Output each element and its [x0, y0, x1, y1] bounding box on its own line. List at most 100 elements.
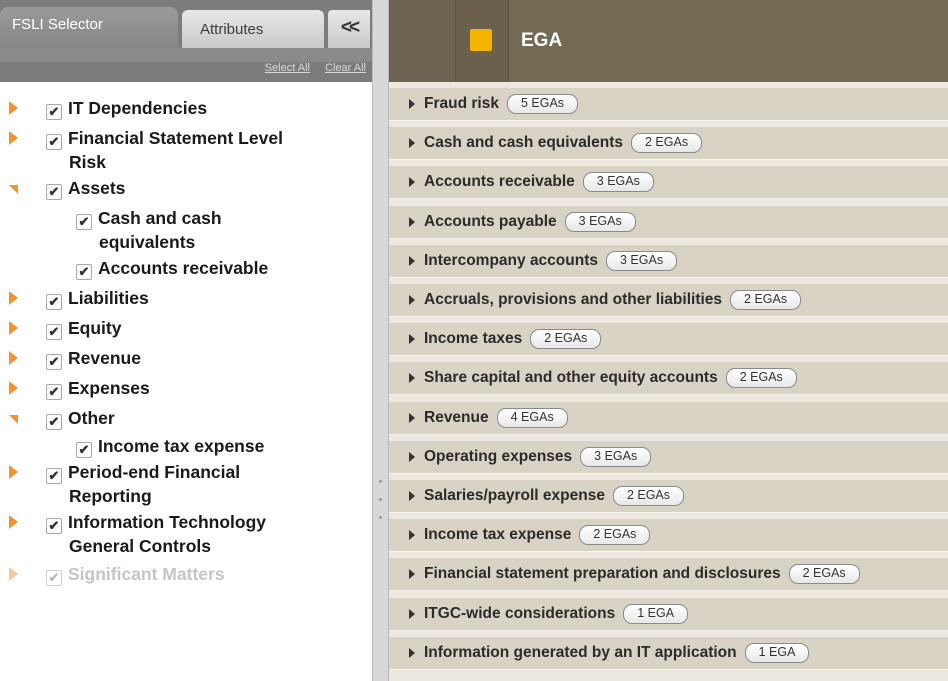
expand-arrow-icon[interactable] — [409, 216, 415, 227]
collapsed-arrow-icon[interactable] — [9, 291, 18, 305]
ega-row-title: Fraud risk — [424, 95, 499, 112]
tree-node[interactable]: ✔ Other — [9, 406, 366, 430]
tree-node[interactable]: ✔ Equity — [9, 316, 366, 340]
tab-attributes[interactable]: Attributes — [182, 10, 324, 48]
ega-count-badge[interactable]: 3 EGAs — [582, 172, 654, 193]
select-all-link[interactable]: Select All — [265, 62, 310, 74]
ega-count-badge[interactable]: 2 EGAs — [725, 368, 797, 389]
ega-row[interactable]: ITGC-wide considerations 1 EGA — [389, 597, 948, 631]
ega-row[interactable]: Income tax expense 2 EGAs — [389, 519, 948, 553]
tree-node-label-line2: Risk — [69, 152, 106, 172]
expand-arrow-icon[interactable] — [409, 334, 415, 345]
checkbox[interactable]: ✔ — [76, 442, 92, 458]
collapsed-arrow-icon[interactable] — [9, 131, 18, 145]
expand-arrow-icon[interactable] — [409, 255, 415, 266]
ega-row[interactable]: Fraud risk 5 EGAs — [389, 88, 948, 121]
ega-count-badge[interactable]: 2 EGAs — [612, 486, 685, 506]
collapsed-arrow-icon[interactable] — [9, 515, 18, 529]
ega-row[interactable]: Share capital and other equity accounts 2… — [389, 362, 948, 396]
ega-row[interactable]: Salaries/payroll expense 2 EGAs — [389, 480, 948, 513]
expand-arrow-icon[interactable] — [409, 530, 415, 541]
checkbox[interactable]: ✔ — [46, 570, 62, 586]
tree-node[interactable]: ✔ Income tax expense — [76, 434, 366, 458]
tree-node[interactable]: ✔ Expenses — [9, 376, 366, 400]
ega-row[interactable]: Income taxes 2 EGAs — [389, 323, 948, 357]
collapsed-arrow-icon[interactable] — [9, 321, 18, 335]
checkbox[interactable]: ✔ — [46, 184, 62, 200]
checkbox[interactable]: ✔ — [76, 264, 92, 280]
expand-arrow-icon[interactable] — [409, 295, 415, 305]
expand-arrow-icon[interactable] — [409, 412, 415, 423]
expanded-arrow-icon[interactable] — [9, 185, 18, 194]
ega-row[interactable]: Cash and cash equivalents 2 EGAs — [389, 127, 948, 161]
header-badge-cell — [455, 0, 509, 82]
expand-arrow-icon[interactable] — [409, 99, 415, 109]
ega-row-title: Revenue — [424, 408, 489, 426]
tree-node[interactable]: ✔ Liabilities — [9, 286, 366, 310]
ega-count-badge[interactable]: 2 EGAs — [579, 525, 651, 546]
ega-count-badge[interactable]: 1 EGA — [623, 603, 689, 624]
expand-arrow-icon[interactable] — [409, 647, 415, 658]
checkbox[interactable]: ✔ — [46, 134, 62, 150]
expand-arrow-icon[interactable] — [409, 451, 415, 462]
tree-node[interactable]: ✔ Assets — [9, 176, 366, 200]
ega-row[interactable]: Accounts payable 3 EGAs — [389, 205, 948, 239]
tree-node[interactable]: ✔ Cash and cash equivalents — [76, 206, 366, 254]
collapse-panel-button[interactable]: << — [328, 10, 370, 48]
ega-row[interactable]: Intercompany accounts 3 EGAs — [389, 244, 948, 278]
expand-arrow-icon[interactable] — [409, 491, 415, 501]
expanded-arrow-icon[interactable] — [9, 415, 18, 424]
ega-count-badge[interactable]: 2 EGAs — [530, 329, 602, 350]
panel-splitter[interactable] — [372, 0, 389, 681]
ega-count-badge[interactable]: 3 EGAs — [606, 250, 678, 271]
ega-count-badge[interactable]: 2 EGAs — [788, 564, 860, 585]
tree-node-label-line2: equivalents — [99, 232, 196, 252]
tree-node[interactable]: ✔ Accounts receivable — [76, 256, 366, 280]
checkbox[interactable]: ✔ — [76, 214, 92, 230]
tree-node[interactable]: ✔ Revenue — [9, 346, 366, 370]
ega-count-badge[interactable]: 2 EGAs — [730, 290, 802, 310]
expand-arrow-icon[interactable] — [409, 177, 415, 188]
tree-node[interactable]: ✔ Significant Matters — [9, 562, 366, 586]
checkbox[interactable]: ✔ — [46, 518, 62, 534]
collapsed-arrow-icon[interactable] — [9, 101, 18, 115]
checkbox[interactable]: ✔ — [46, 414, 62, 430]
expand-arrow-icon[interactable] — [409, 608, 415, 619]
tree-node-label: Equity — [68, 318, 122, 338]
collapsed-arrow-icon[interactable] — [9, 351, 18, 365]
ega-count-badge[interactable]: 4 EGAs — [496, 407, 568, 428]
ega-count-badge[interactable]: 3 EGAs — [580, 446, 652, 467]
ega-row[interactable]: Revenue 4 EGAs — [389, 401, 948, 435]
tree-node-label: Accounts receivable — [98, 258, 269, 278]
checkbox[interactable]: ✔ — [46, 354, 62, 370]
tree-node[interactable]: ✔ Information Technology General Controls — [9, 510, 366, 558]
ega-row[interactable]: Operating expenses 3 EGAs — [389, 440, 948, 474]
tree-node-label: Cash and cash — [98, 208, 222, 228]
collapsed-arrow-icon[interactable] — [9, 381, 18, 395]
ega-count-badge[interactable]: 2 EGAs — [631, 133, 703, 154]
ega-count-badge[interactable]: 1 EGA — [744, 642, 810, 663]
ega-row[interactable]: Accruals, provisions and other liabiliti… — [389, 284, 948, 317]
tab-fsli-selector[interactable]: FSLI Selector — [0, 7, 178, 49]
expand-arrow-icon[interactable] — [409, 138, 415, 149]
ega-count-badge[interactable]: 3 EGAs — [564, 211, 636, 232]
tree-node[interactable]: ✔ IT Dependencies — [9, 96, 366, 120]
ega-row[interactable]: Information generated by an IT applicati… — [389, 636, 948, 670]
collapsed-arrow-icon[interactable] — [9, 465, 18, 479]
expand-arrow-icon[interactable] — [409, 569, 415, 580]
ega-row[interactable]: Financial statement preparation and disc… — [389, 558, 948, 592]
ega-row-label: ITGC-wide considerations 1 EGA — [424, 603, 689, 624]
checkbox[interactable]: ✔ — [46, 468, 62, 484]
ega-count-badge[interactable]: 5 EGAs — [506, 94, 579, 114]
tree-node[interactable]: ✔ Financial Statement Level Risk — [9, 126, 366, 174]
checkbox[interactable]: ✔ — [46, 384, 62, 400]
ega-row[interactable]: Accounts receivable 3 EGAs — [389, 166, 948, 200]
tree-node[interactable]: ✔ Period-end Financial Reporting — [9, 460, 366, 508]
checkbox[interactable]: ✔ — [46, 294, 62, 310]
expand-arrow-icon[interactable] — [409, 373, 415, 384]
ega-row-label: Intercompany accounts 3 EGAs — [424, 250, 678, 271]
collapsed-arrow-icon[interactable] — [9, 567, 18, 581]
checkbox[interactable]: ✔ — [46, 104, 62, 120]
clear-all-link[interactable]: Clear All — [325, 62, 366, 74]
checkbox[interactable]: ✔ — [46, 324, 62, 340]
